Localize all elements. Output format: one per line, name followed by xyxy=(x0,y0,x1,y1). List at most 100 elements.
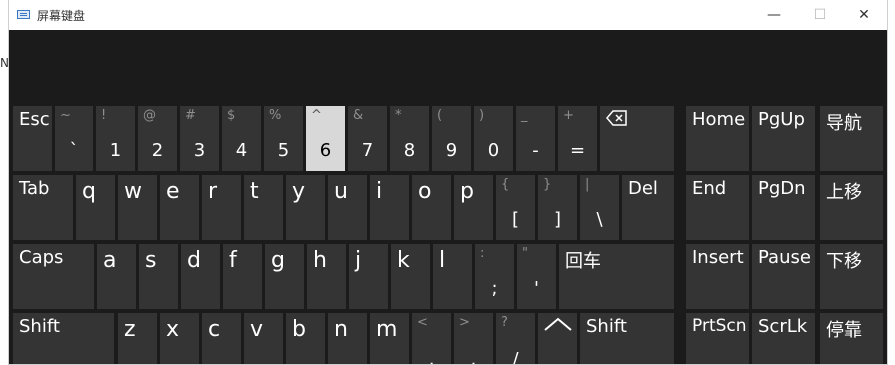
key-v[interactable]: v xyxy=(244,313,283,364)
key-n[interactable]: n xyxy=(328,313,367,364)
key-q[interactable]: q xyxy=(76,175,115,240)
key-slash[interactable]: ? / xyxy=(496,313,535,364)
key-x[interactable]: x xyxy=(160,313,199,364)
key-3[interactable]: # 3 xyxy=(180,106,219,171)
key-prtscn[interactable]: PrtScn xyxy=(686,313,749,364)
key-comma[interactable]: < , xyxy=(412,313,451,364)
key-pgdn[interactable]: PgDn xyxy=(752,175,815,240)
key-backslash[interactable]: | \ xyxy=(580,175,619,240)
key-k[interactable]: k xyxy=(391,244,430,309)
key-tab[interactable]: Tab xyxy=(13,175,73,240)
key-backtick[interactable]: ~ ` xyxy=(55,106,93,171)
key-insert[interactable]: Insert xyxy=(686,244,749,309)
key-9[interactable]: ( 9 xyxy=(432,106,471,171)
key-nav[interactable]: 导航 xyxy=(820,106,883,171)
key-shift-label: } xyxy=(543,177,552,192)
key-z[interactable]: z xyxy=(118,313,157,364)
key-equal[interactable]: + = xyxy=(558,106,597,171)
keyboard-icon xyxy=(17,10,30,19)
key-a[interactable]: a xyxy=(97,244,136,309)
key-t[interactable]: t xyxy=(244,175,283,240)
key-esc[interactable]: Esc xyxy=(13,106,52,171)
key-i[interactable]: i xyxy=(370,175,409,240)
key-y[interactable]: y xyxy=(286,175,325,240)
key-g[interactable]: g xyxy=(265,244,304,309)
key-label: 8 xyxy=(403,140,416,161)
key-p[interactable]: p xyxy=(454,175,493,240)
key-quote[interactable]: " ' xyxy=(517,244,556,309)
key-label: 1 xyxy=(109,140,122,161)
key-minus[interactable]: _ - xyxy=(516,106,555,171)
key-period[interactable]: > . xyxy=(454,313,493,364)
key-backspace[interactable] xyxy=(600,106,674,171)
key-shift-label: _ xyxy=(521,108,528,123)
key-u[interactable]: u xyxy=(328,175,367,240)
key-label: ` xyxy=(69,140,79,161)
key-scrlk[interactable]: ScrLk xyxy=(752,313,815,364)
minimize-button[interactable]: — xyxy=(751,0,797,30)
key-label: 4 xyxy=(235,140,248,161)
key-label: Del xyxy=(628,178,658,199)
key-shift-left[interactable]: Shift xyxy=(13,313,114,364)
key-h[interactable]: h xyxy=(307,244,346,309)
key-label: [ xyxy=(511,209,520,230)
key-shift-right[interactable]: Shift xyxy=(580,313,674,364)
key-label: ' xyxy=(534,278,539,299)
key-6[interactable]: ^ 6 xyxy=(306,106,345,171)
key-j[interactable]: j xyxy=(349,244,388,309)
maximize-button[interactable]: ☐ xyxy=(797,0,843,30)
key-2[interactable]: @ 2 xyxy=(138,106,177,171)
key-label: x xyxy=(166,317,180,342)
key-shift-label: > xyxy=(459,315,470,330)
key-left-bracket[interactable]: { [ xyxy=(496,175,535,240)
key-5[interactable]: % 5 xyxy=(264,106,303,171)
key-label: c xyxy=(208,317,221,342)
key-0[interactable]: ) 0 xyxy=(474,106,513,171)
key-m[interactable]: m xyxy=(370,313,409,364)
key-d[interactable]: d xyxy=(181,244,220,309)
key-label: PrtScn xyxy=(692,316,747,336)
key-dock[interactable]: 停靠 xyxy=(820,313,883,364)
key-w[interactable]: w xyxy=(118,175,157,240)
key-shift-label: ? xyxy=(501,315,508,330)
key-label: Caps xyxy=(19,247,64,268)
up-arrow-icon xyxy=(544,317,572,331)
key-label: w xyxy=(124,179,142,204)
key-f[interactable]: f xyxy=(223,244,262,309)
close-button[interactable]: ✕ xyxy=(841,0,887,30)
key-label: PgDn xyxy=(758,178,806,199)
key-up-arrow[interactable] xyxy=(538,313,577,364)
backspace-icon xyxy=(606,110,627,126)
title-bar[interactable]: 屏幕键盘 — ☐ ✕ xyxy=(9,0,887,30)
key-shift-label: ! xyxy=(101,108,107,123)
key-label: Shift xyxy=(19,316,60,337)
key-label: j xyxy=(355,248,362,273)
key-l[interactable]: l xyxy=(433,244,472,309)
key-r[interactable]: r xyxy=(202,175,241,240)
key-pgup[interactable]: PgUp xyxy=(752,106,815,171)
key-7[interactable]: & 7 xyxy=(348,106,387,171)
key-end[interactable]: End xyxy=(686,175,749,240)
key-label: r xyxy=(208,179,218,204)
key-move-up[interactable]: 上移 xyxy=(820,175,883,240)
key-label: Insert xyxy=(692,247,744,268)
key-semicolon[interactable]: : ; xyxy=(475,244,514,309)
key-caps[interactable]: Caps xyxy=(13,244,94,309)
key-shift-label: & xyxy=(353,108,364,123)
key-enter[interactable]: 回车 xyxy=(559,244,674,309)
key-e[interactable]: e xyxy=(160,175,199,240)
key-b[interactable]: b xyxy=(286,313,325,364)
key-del[interactable]: Del xyxy=(622,175,674,240)
key-pause[interactable]: Pause xyxy=(752,244,815,309)
key-right-bracket[interactable]: } ] xyxy=(538,175,577,240)
key-label: 3 xyxy=(193,140,206,161)
key-1[interactable]: ! 1 xyxy=(96,106,135,171)
key-home[interactable]: Home xyxy=(686,106,749,171)
key-move-down[interactable]: 下移 xyxy=(820,244,883,309)
key-4[interactable]: $ 4 xyxy=(222,106,261,171)
key-s[interactable]: s xyxy=(139,244,178,309)
key-label: Esc xyxy=(19,109,50,130)
key-8[interactable]: * 8 xyxy=(390,106,429,171)
key-o[interactable]: o xyxy=(412,175,451,240)
key-c[interactable]: c xyxy=(202,313,241,364)
